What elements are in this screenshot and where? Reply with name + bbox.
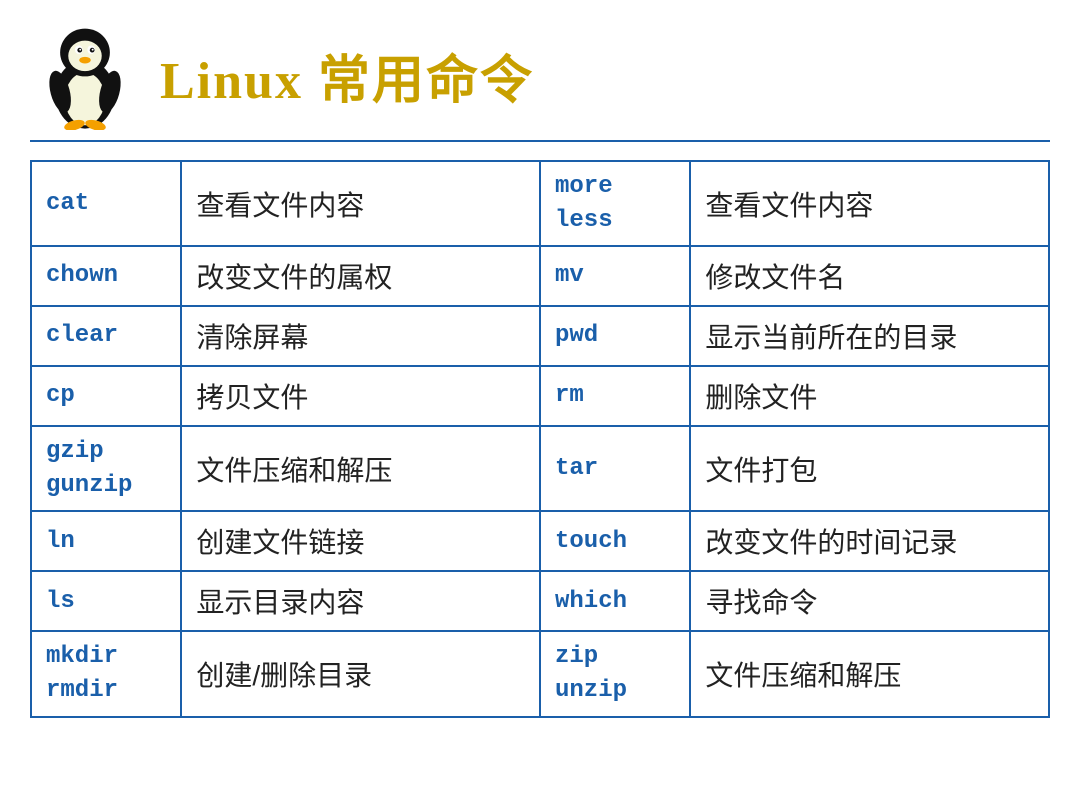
desc-left-4: 文件压缩和解压: [181, 426, 540, 511]
cmd-right-6: which: [540, 571, 690, 631]
table-row: ls显示目录内容which寻找命令: [31, 571, 1049, 631]
table-row: gzipgunzip文件压缩和解压tar文件打包: [31, 426, 1049, 511]
desc-right-2: 显示当前所在的目录: [690, 306, 1049, 366]
title-chinese: 常用命令: [318, 53, 534, 110]
command-table: cat查看文件内容moreless查看文件内容chown改变文件的属权mv修改文…: [30, 160, 1050, 718]
header: Linux 常用命令: [30, 20, 1050, 142]
cmd-right-7: zipunzip: [540, 631, 690, 716]
desc-left-1: 改变文件的属权: [181, 246, 540, 306]
desc-right-7: 文件压缩和解压: [690, 631, 1049, 716]
cmd-left-1: chown: [31, 246, 181, 306]
cmd-right-0: moreless: [540, 161, 690, 246]
cmd-right-1: mv: [540, 246, 690, 306]
desc-left-2: 清除屏幕: [181, 306, 540, 366]
table-row: mkdirrmdir创建/删除目录zipunzip文件压缩和解压: [31, 631, 1049, 716]
cmd-left-3: cp: [31, 366, 181, 426]
cmd-right-5: touch: [540, 511, 690, 571]
table-row: cp拷贝文件rm删除文件: [31, 366, 1049, 426]
desc-left-0: 查看文件内容: [181, 161, 540, 246]
table-row: chown改变文件的属权mv修改文件名: [31, 246, 1049, 306]
cmd-left-5: ln: [31, 511, 181, 571]
cmd-right-4: tar: [540, 426, 690, 511]
desc-left-7: 创建/删除目录: [181, 631, 540, 716]
desc-right-6: 寻找命令: [690, 571, 1049, 631]
cmd-left-6: ls: [31, 571, 181, 631]
desc-right-3: 删除文件: [690, 366, 1049, 426]
desc-right-1: 修改文件名: [690, 246, 1049, 306]
cmd-right-3: rm: [540, 366, 690, 426]
cmd-left-4: gzipgunzip: [31, 426, 181, 511]
desc-left-3: 拷贝文件: [181, 366, 540, 426]
table-row: ln创建文件链接touch改变文件的时间记录: [31, 511, 1049, 571]
desc-right-5: 改变文件的时间记录: [690, 511, 1049, 571]
cmd-left-7: mkdirrmdir: [31, 631, 181, 716]
title-latin: Linux: [160, 53, 303, 110]
cmd-left-0: cat: [31, 161, 181, 246]
table-row: cat查看文件内容moreless查看文件内容: [31, 161, 1049, 246]
desc-right-4: 文件打包: [690, 426, 1049, 511]
table-row: clear清除屏幕pwd显示当前所在的目录: [31, 306, 1049, 366]
cmd-right-2: pwd: [540, 306, 690, 366]
page-title: Linux 常用命令: [160, 53, 534, 110]
cmd-left-2: clear: [31, 306, 181, 366]
tux-logo: [30, 20, 140, 130]
desc-left-5: 创建文件链接: [181, 511, 540, 571]
desc-right-0: 查看文件内容: [690, 161, 1049, 246]
page-title-container: Linux 常用命令: [160, 38, 534, 113]
main-page: Linux 常用命令 cat查看文件内容moreless查看文件内容chown改…: [0, 0, 1080, 810]
desc-left-6: 显示目录内容: [181, 571, 540, 631]
